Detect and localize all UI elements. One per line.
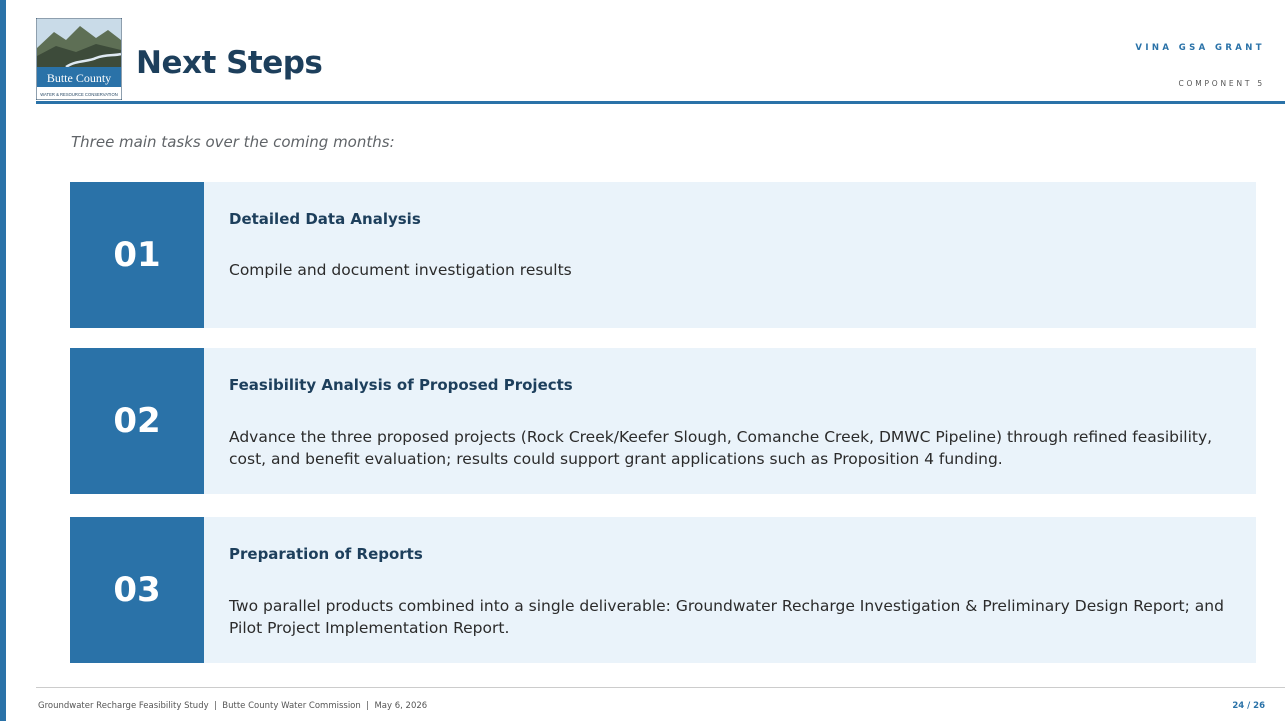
step-card-2: 02 Feasibility Analysis of Proposed Proj…	[70, 348, 1256, 494]
logo-name-text: Butte County	[47, 71, 111, 85]
intro-text: Three main tasks over the coming months:	[71, 133, 395, 151]
logo-tagline-text: WATER & RESOURCE CONSERVATION	[40, 92, 117, 97]
step-description: Two parallel products combined into a si…	[229, 597, 1224, 637]
step-number: 01	[70, 182, 204, 328]
footer-divider	[36, 687, 1285, 688]
brand-title: VINA GSA GRANT	[1135, 43, 1265, 53]
step-title: Preparation of Reports	[229, 545, 423, 563]
butte-county-logo: Butte County WATER & RESOURCE CONSERVATI…	[36, 18, 122, 100]
page-title: Next Steps	[136, 45, 323, 81]
step-number: 02	[70, 348, 204, 494]
step-title: Detailed Data Analysis	[229, 210, 421, 228]
header-divider	[36, 101, 1285, 104]
step-title: Feasibility Analysis of Proposed Project…	[229, 376, 573, 394]
brand-subtitle: COMPONENT 5	[1178, 79, 1265, 88]
footer-text: Groundwater Recharge Feasibility Study |…	[38, 701, 428, 711]
step-number: 03	[70, 517, 204, 663]
page-number: 24 / 26	[1232, 701, 1265, 711]
left-accent-bar	[0, 0, 6, 721]
step-card-3: 03 Preparation of Reports Two parallel p…	[70, 517, 1256, 663]
step-card-1: 01 Detailed Data Analysis Compile and do…	[70, 182, 1256, 328]
step-description: Advance the three proposed projects (Roc…	[229, 428, 1213, 468]
step-description: Compile and document investigation resul…	[229, 261, 572, 279]
